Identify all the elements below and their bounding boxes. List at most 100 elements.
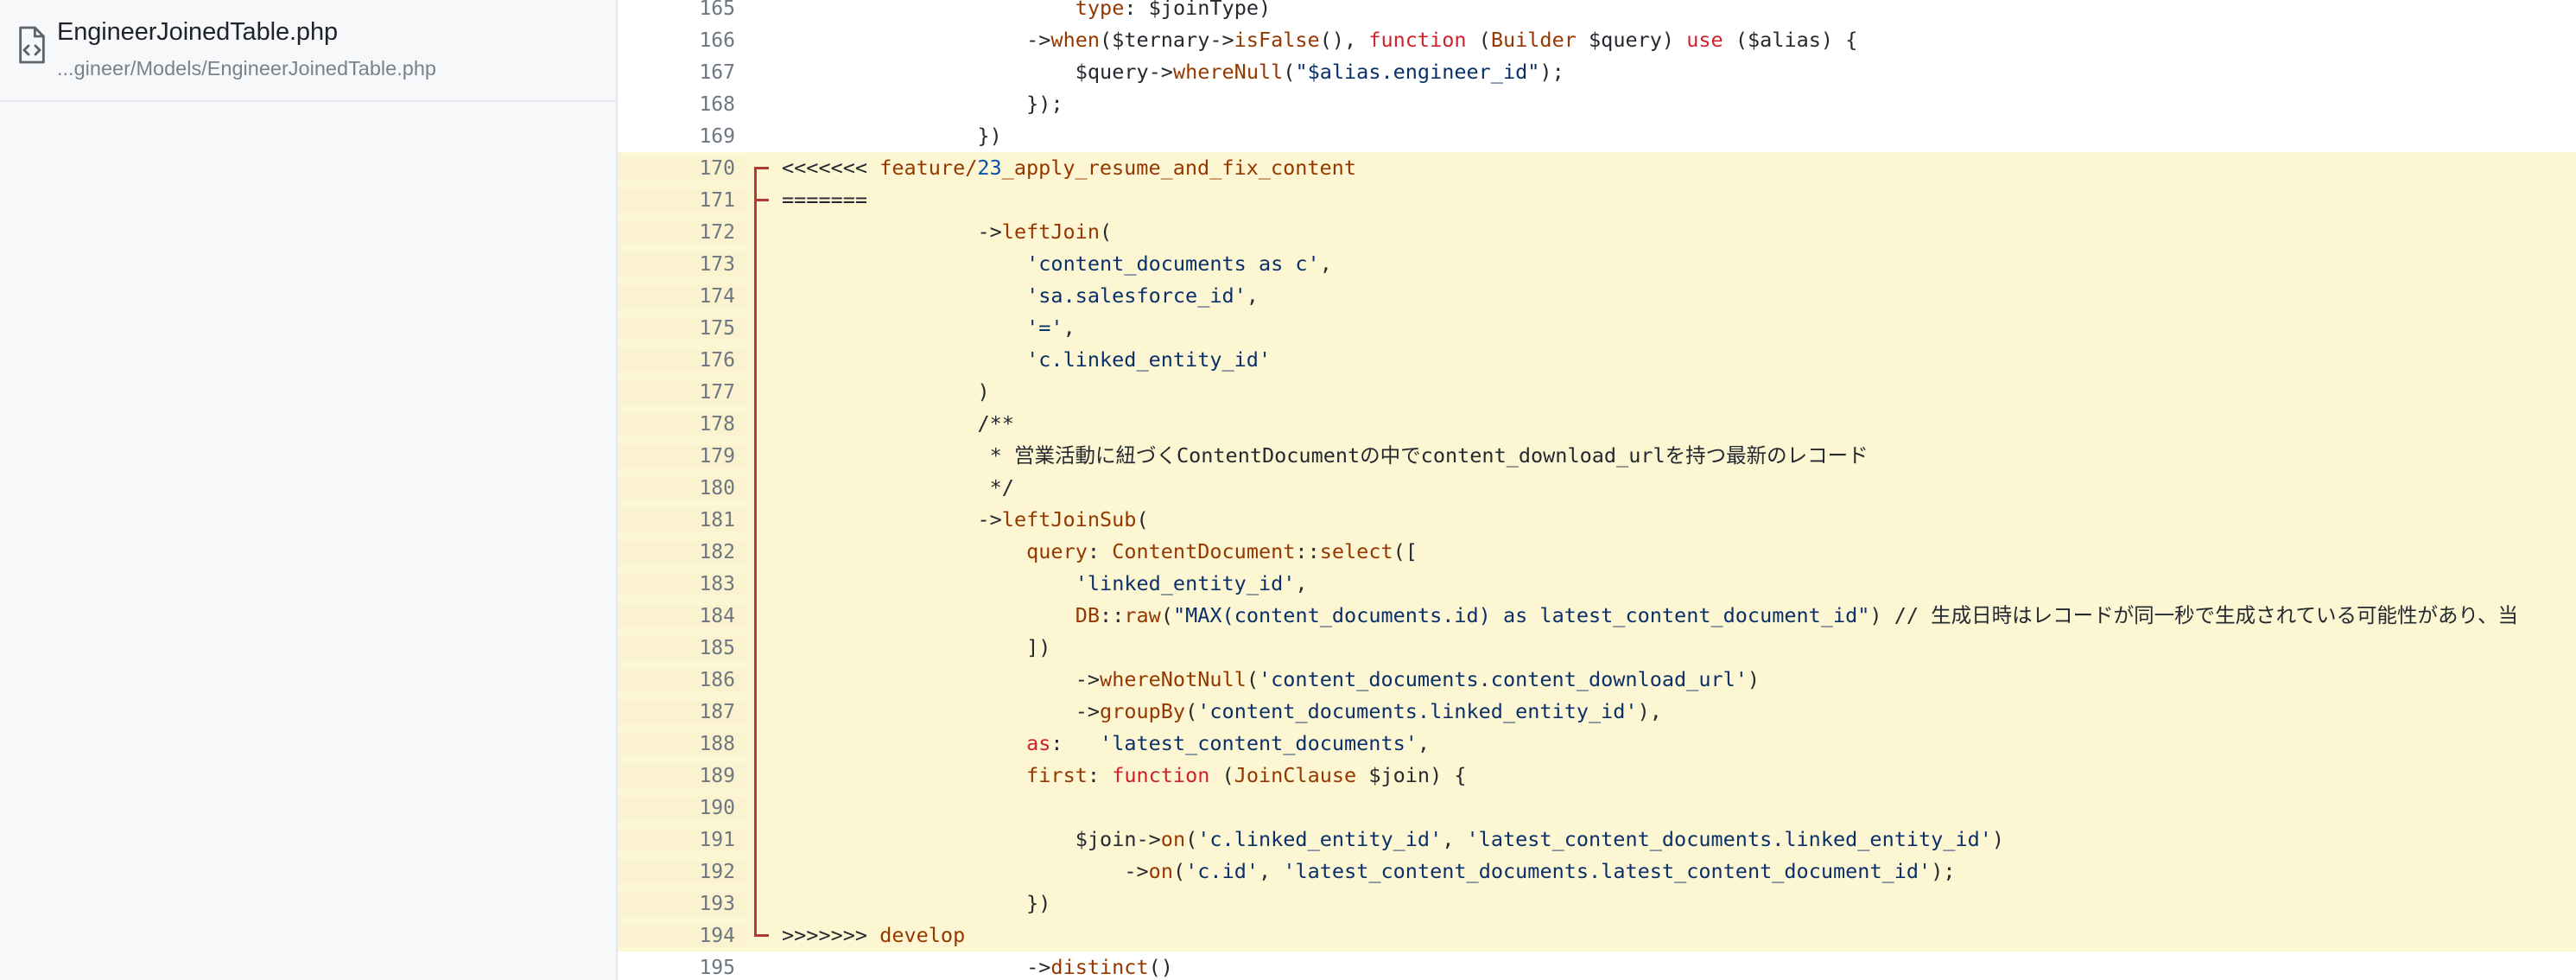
conflict-marker-gutter [747,184,769,216]
code-lines-container: 165 type: $joinType) 166 ->when($ternary-… [618,0,2576,980]
line-number: 173 [618,252,747,276]
code-line[interactable]: 192 ->on('c.id', 'latest_content_documen… [618,856,2576,888]
gutter-spacer [747,88,766,120]
conflict-marker-gutter [747,824,766,856]
code-text: 'sa.salesforce_id', [1026,283,1259,308]
conflict-marker-gutter [747,216,766,248]
gutter-spacer [747,951,766,980]
code-text: 'c.linked_entity_id' [1026,347,1272,372]
code-text: ->distinct() [1026,955,1173,979]
line-number: 177 [618,380,747,404]
conflict-marker-gutter [747,408,766,440]
code-text: DB::raw("MAX(content_documents.id) as la… [1075,603,2519,627]
line-number: 185 [618,636,747,659]
code-line[interactable]: 174 'sa.salesforce_id', [618,280,2576,312]
code-text: first: function (JoinClause $join) { [1026,763,1467,787]
code-line[interactable]: 182 query: ContentDocument::select([ [618,536,2576,568]
code-text: 'linked_entity_id', [1075,571,1308,595]
code-text: >>>>>>> develop [782,923,966,947]
code-text: ->whereNotNull('content_documents.conten… [1075,667,1761,691]
line-number: 193 [618,892,747,915]
line-number: 194 [618,924,747,947]
line-number: 170 [618,156,747,180]
conflict-marker-gutter [747,728,766,760]
code-line[interactable]: 193 }) [618,888,2576,920]
code-text: ======= [782,188,868,212]
code-text: ->leftJoin( [977,220,1113,244]
conflict-marker-gutter [747,536,766,568]
code-line[interactable]: 169 }) [618,120,2576,152]
code-line[interactable]: 177 ) [618,376,2576,408]
code-text: ->on('c.id', 'latest_content_documents.l… [1124,859,1956,883]
line-number: 172 [618,220,747,244]
conflict-marker-gutter [747,440,766,472]
line-number: 181 [618,508,747,531]
gutter-spacer [747,0,766,24]
line-number: 176 [618,348,747,372]
code-text: }) [977,124,1002,148]
code-text: ->when($ternary->isFalse(), function (Bu… [1026,28,1858,52]
file-card[interactable]: EngineerJoinedTable.php ...gineer/Models… [0,0,616,102]
line-number: 174 [618,284,747,308]
conflict-marker-gutter [747,280,766,312]
conflict-marker-gutter [747,600,766,632]
code-text: <<<<<<< feature/23_apply_resume_and_fix_… [782,156,1356,180]
code-line[interactable]: 183 'linked_entity_id', [618,568,2576,600]
code-line[interactable]: 194 >>>>>>> develop [618,920,2576,951]
file-meta: EngineerJoinedTable.php ...gineer/Models… [57,15,436,81]
line-number: 169 [699,124,735,148]
line-number: 171 [618,188,747,212]
gutter-spacer [747,56,766,88]
code-line[interactable]: 188 as: 'latest_content_documents', [618,728,2576,760]
code-editor[interactable]: 165 type: $joinType) 166 ->when($ternary-… [618,0,2576,980]
code-text: * 営業活動に紐づくContentDocumentの中でcontent_down… [989,443,1869,468]
code-text: /** [977,411,1014,436]
line-number: 183 [618,572,747,595]
code-line[interactable]: 179 * 営業活動に紐づくContentDocumentの中でcontent_… [618,440,2576,472]
code-line[interactable]: 176 'c.linked_entity_id' [618,344,2576,376]
line-number: 168 [699,92,735,116]
code-text: $join->on('c.linked_entity_id', 'latest_… [1075,827,2005,851]
line-number: 184 [618,604,747,627]
line-number: 195 [699,956,735,979]
code-line[interactable]: 185 ]) [618,632,2576,664]
code-line[interactable]: 168 }); [618,88,2576,120]
line-number: 189 [618,764,747,787]
line-number: 165 [699,0,735,20]
gutter-spacer [747,120,766,152]
code-line[interactable]: 180 */ [618,472,2576,504]
code-text: ->leftJoinSub( [977,507,1149,531]
code-line[interactable]: 195 ->distinct() [618,951,2576,980]
conflict-marker-gutter [747,472,766,504]
file-code-icon [12,22,52,67]
conflict-marker-gutter [747,888,766,920]
code-line[interactable]: 167 $query->whereNull("$alias.engineer_i… [618,56,2576,88]
code-line[interactable]: 186 ->whereNotNull('content_documents.co… [618,664,2576,696]
conflict-marker-gutter [747,344,766,376]
code-line[interactable]: 190 [618,792,2576,824]
code-line[interactable]: 191 $join->on('c.linked_entity_id', 'lat… [618,824,2576,856]
code-line[interactable]: 189 first: function (JoinClause $join) { [618,760,2576,792]
code-line[interactable]: 166 ->when($ternary->isFalse(), function… [618,24,2576,56]
line-number: 182 [618,540,747,563]
code-text: $query->whereNull("$alias.engineer_id"); [1075,60,1564,84]
code-text: ) [977,379,990,404]
code-line[interactable]: 175 '=', [618,312,2576,344]
code-line[interactable]: 187 ->groupBy('content_documents.linked_… [618,696,2576,728]
code-line[interactable]: 172 ->leftJoin( [618,216,2576,248]
file-path: ...gineer/Models/EngineerJoinedTable.php [57,57,436,80]
code-line[interactable]: 171 ======= [618,184,2576,216]
code-line[interactable]: 178 /** [618,408,2576,440]
code-line[interactable]: 181 ->leftJoinSub( [618,504,2576,536]
code-text: '=', [1026,315,1075,340]
line-number: 166 [699,29,735,52]
code-text: ->groupBy('content_documents.linked_enti… [1075,699,1662,723]
conflict-marker-gutter [747,312,766,344]
code-line[interactable]: 165 type: $joinType) [618,0,2576,24]
code-line[interactable]: 173 'content_documents as c', [618,248,2576,280]
code-line[interactable]: 184 DB::raw("MAX(content_documents.id) a… [618,600,2576,632]
line-number: 186 [618,668,747,691]
conflict-marker-gutter [747,632,766,664]
line-number: 175 [618,316,747,340]
code-line[interactable]: 170 <<<<<<< feature/23_apply_resume_and_f… [618,152,2576,184]
